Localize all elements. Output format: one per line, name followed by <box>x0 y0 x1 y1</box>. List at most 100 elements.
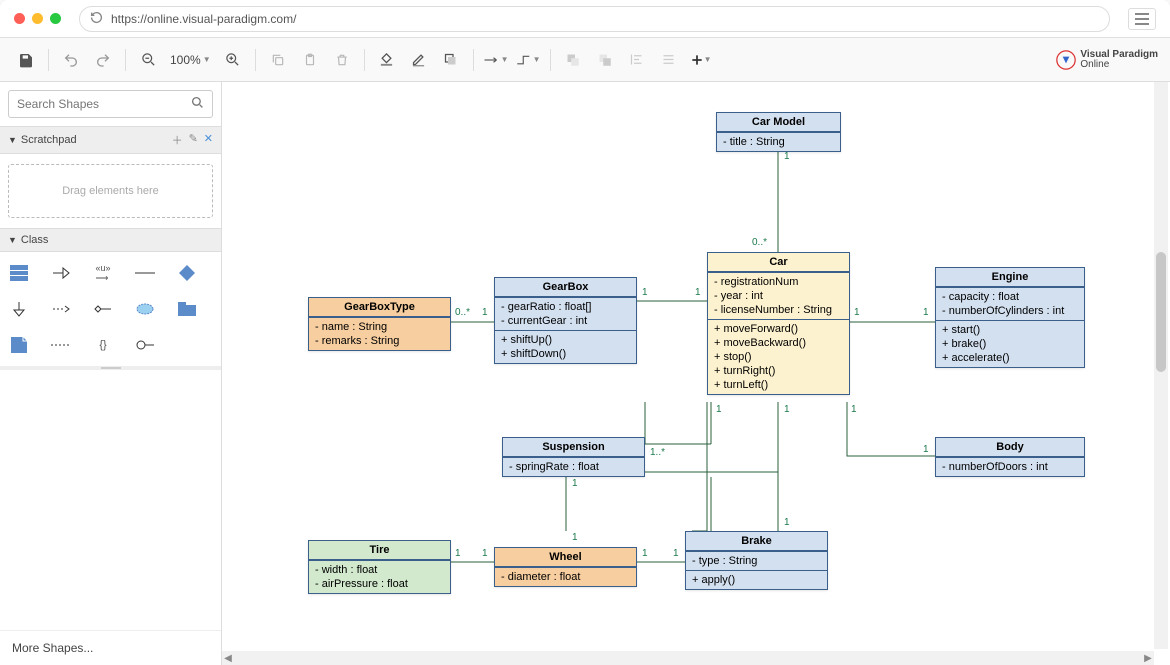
distribute-button[interactable] <box>655 46 683 74</box>
mult: 1 <box>572 478 578 489</box>
browser-menu-button[interactable] <box>1128 8 1156 30</box>
add-scratchpad-icon[interactable]: ＋ <box>172 132 183 148</box>
shape-note[interactable] <box>8 334 30 356</box>
mult: 0..* <box>752 237 767 248</box>
class-engine[interactable]: Engine - capacity : float - numberOfCyli… <box>935 267 1085 368</box>
copy-button[interactable] <box>264 46 292 74</box>
attr: - name : String <box>315 320 444 334</box>
search-icon[interactable] <box>191 96 204 112</box>
add-button[interactable]: ▼ <box>687 46 715 74</box>
to-back-button[interactable] <box>591 46 619 74</box>
shape-association[interactable] <box>134 262 156 284</box>
mult: 1 <box>482 307 488 318</box>
class-car[interactable]: Car - registrationNum - year : int - lic… <box>707 252 850 395</box>
hscroll-left[interactable]: ◀ <box>222 652 234 664</box>
class-title: Body <box>936 438 1084 457</box>
save-button[interactable] <box>12 46 40 74</box>
logo-text-1: Visual Paradigm <box>1080 50 1158 60</box>
redo-button[interactable] <box>89 46 117 74</box>
attr: - currentGear : int <box>501 314 630 328</box>
shape-usage[interactable]: «u»⟶ <box>92 262 114 284</box>
url-text: https://online.visual-paradigm.com/ <box>111 12 296 26</box>
edit-scratchpad-icon[interactable]: ✎ <box>189 132 198 148</box>
mult: 1 <box>455 548 461 559</box>
shape-interface[interactable] <box>176 262 198 284</box>
shape-generalization[interactable] <box>50 262 72 284</box>
class-panel-header[interactable]: ▼Class <box>0 228 221 252</box>
shape-realization[interactable] <box>8 298 30 320</box>
shadow-button[interactable] <box>437 46 465 74</box>
attr: - numberOfDoors : int <box>942 460 1078 474</box>
attr: - remarks : String <box>315 334 444 348</box>
mult: 1 <box>784 151 790 162</box>
zoom-dropdown[interactable]: 100%▼ <box>166 53 215 67</box>
mult: 1 <box>923 307 929 318</box>
attr: - numberOfCylinders : int <box>942 304 1078 318</box>
shape-collaboration[interactable] <box>134 298 156 320</box>
class-car-model[interactable]: Car Model - title : String <box>716 112 841 152</box>
op: + moveBackward() <box>714 336 843 350</box>
op: + brake() <box>942 337 1078 351</box>
class-title: GearBox <box>495 278 636 297</box>
class-brake[interactable]: Brake - type : String + apply() <box>685 531 828 590</box>
class-wheel[interactable]: Wheel - diameter : float <box>494 547 637 587</box>
shape-dependency[interactable] <box>50 298 72 320</box>
mult: 1 <box>572 532 578 543</box>
waypoint-style-button[interactable]: ▼ <box>514 46 542 74</box>
mult: 1 <box>923 444 929 455</box>
op: + turnLeft() <box>714 378 843 392</box>
paste-button[interactable] <box>296 46 324 74</box>
to-front-button[interactable] <box>559 46 587 74</box>
minimize-window-button[interactable] <box>32 13 43 24</box>
window-controls <box>14 13 61 24</box>
line-color-button[interactable] <box>405 46 433 74</box>
class-body[interactable]: Body - numberOfDoors : int <box>935 437 1085 477</box>
class-gearboxtype[interactable]: GearBoxType - name : String - remarks : … <box>308 297 451 351</box>
align-button[interactable] <box>623 46 651 74</box>
class-tire[interactable]: Tire - width : float - airPressure : flo… <box>308 540 451 594</box>
class-gearbox[interactable]: GearBox - gearRatio : float[] - currentG… <box>494 277 637 364</box>
vertical-scrollbar[interactable] <box>1154 82 1168 649</box>
mult: 1..* <box>650 447 665 458</box>
op: + start() <box>942 323 1078 337</box>
attr: - year : int <box>714 289 843 303</box>
browser-bar: https://online.visual-paradigm.com/ <box>0 0 1170 38</box>
hscroll-right[interactable]: ▶ <box>1142 652 1154 664</box>
zoom-in-button[interactable] <box>219 46 247 74</box>
op: + shiftUp() <box>501 333 630 347</box>
maximize-window-button[interactable] <box>50 13 61 24</box>
shape-anchor[interactable] <box>50 334 72 356</box>
search-input[interactable] <box>17 97 191 111</box>
scratchpad-header[interactable]: ▼Scratchpad ＋ ✎ ✕ <box>0 126 221 154</box>
close-window-button[interactable] <box>14 13 25 24</box>
attr: - capacity : float <box>942 290 1078 304</box>
close-scratchpad-icon[interactable]: ✕ <box>204 132 213 148</box>
class-title: GearBoxType <box>309 298 450 317</box>
mult: 1 <box>716 404 722 415</box>
attr: - springRate : float <box>509 460 638 474</box>
fill-color-button[interactable] <box>373 46 401 74</box>
op: + turnRight() <box>714 364 843 378</box>
search-shapes[interactable] <box>8 90 213 118</box>
delete-button[interactable] <box>328 46 356 74</box>
attr: - title : String <box>723 135 834 149</box>
shape-aggregation[interactable] <box>92 298 114 320</box>
undo-button[interactable] <box>57 46 85 74</box>
more-shapes-label: More Shapes... <box>12 641 93 655</box>
connector-style-button[interactable]: ▼ <box>482 46 510 74</box>
reload-icon[interactable] <box>90 11 103 27</box>
vscroll-thumb[interactable] <box>1156 252 1166 372</box>
zoom-out-button[interactable] <box>134 46 162 74</box>
shape-constraint[interactable]: {} <box>92 334 114 356</box>
shape-class[interactable] <box>8 262 30 284</box>
mult: 1 <box>642 548 648 559</box>
mult: 1 <box>673 548 679 559</box>
more-shapes-link[interactable]: More Shapes... <box>0 630 221 665</box>
canvas[interactable]: Car Model - title : String Car - registr… <box>222 82 1170 665</box>
horizontal-scrollbar[interactable]: ◀▶ <box>222 651 1154 665</box>
class-suspension[interactable]: Suspension - springRate : float <box>502 437 645 477</box>
url-bar[interactable]: https://online.visual-paradigm.com/ <box>79 6 1110 32</box>
scratchpad-dropzone[interactable]: Drag elements here <box>8 164 213 218</box>
shape-lollipop[interactable] <box>134 334 156 356</box>
shape-package[interactable] <box>176 298 198 320</box>
